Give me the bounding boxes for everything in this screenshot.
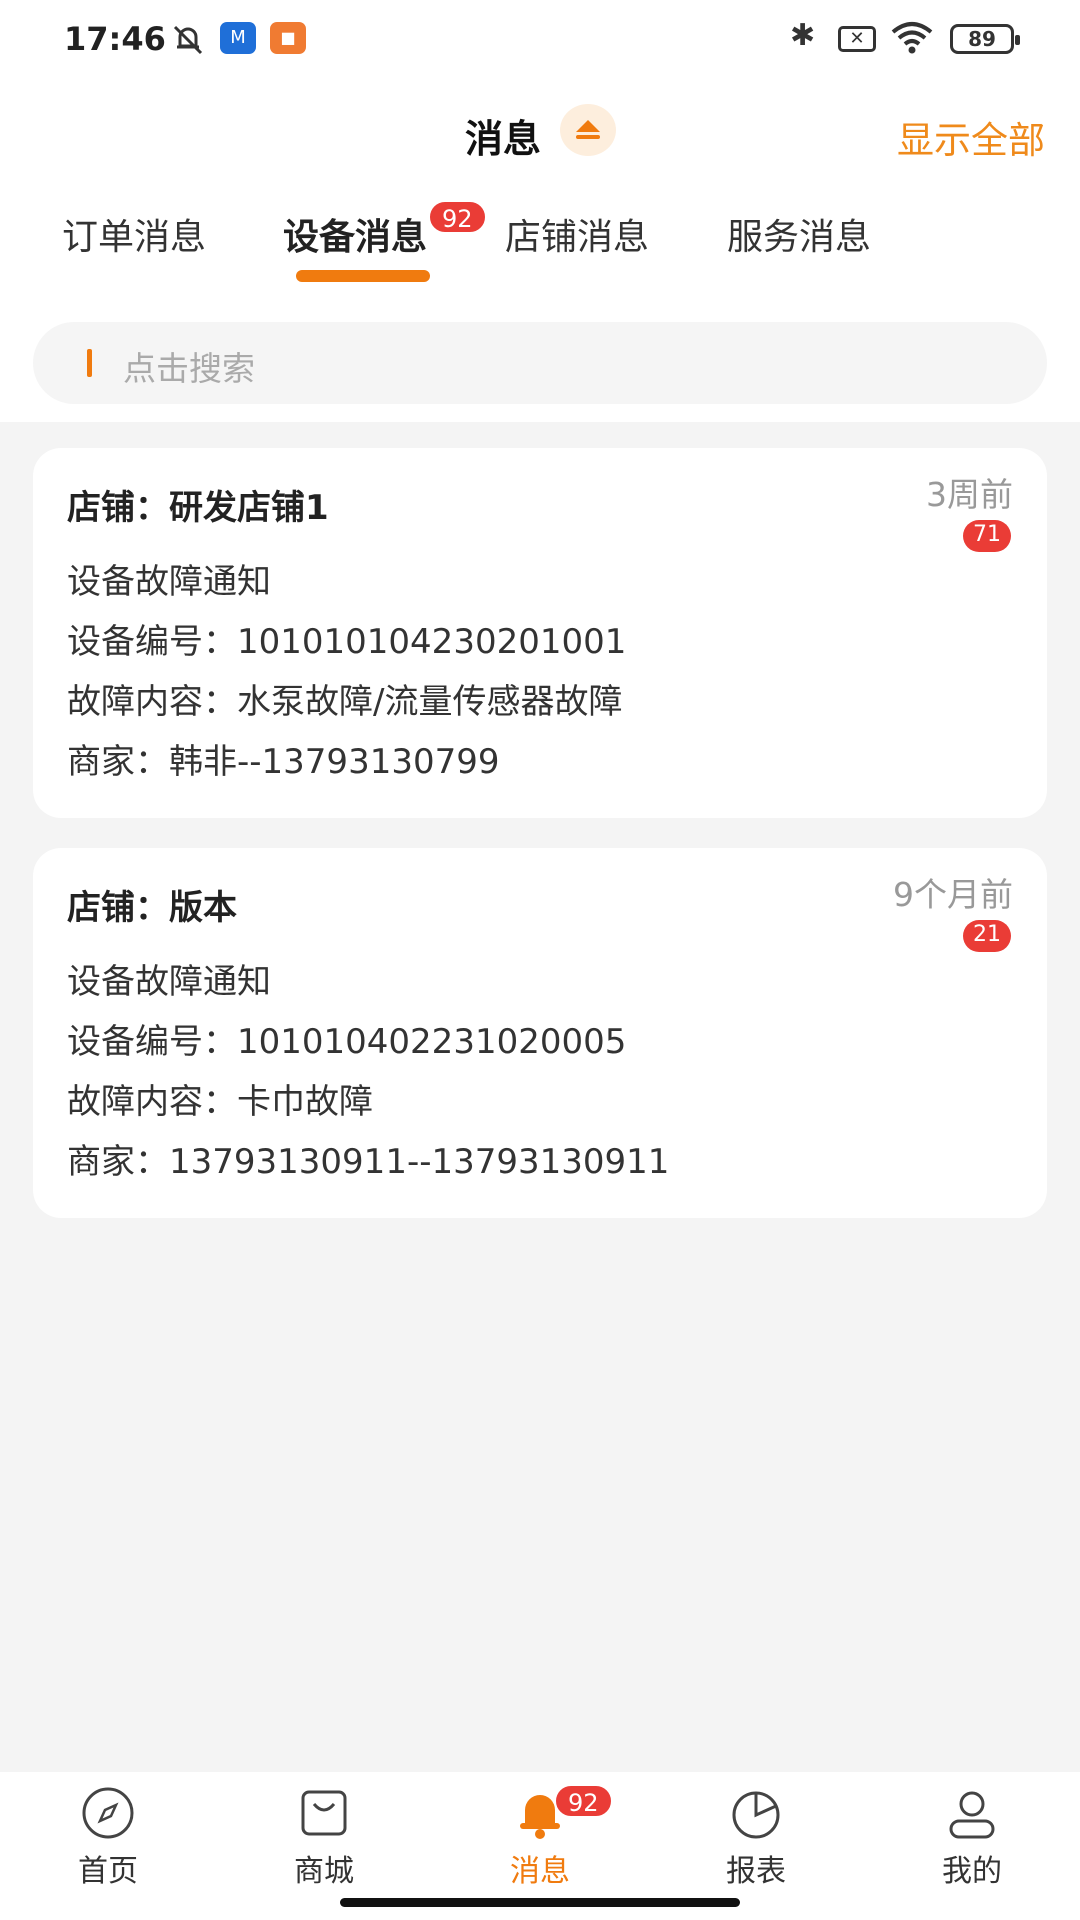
card-title: 设备故障通知 xyxy=(67,562,271,602)
clear-read-icon[interactable] xyxy=(560,104,616,156)
tab-store-messages[interactable]: 店铺消息 xyxy=(505,208,649,260)
nav-label: 消息 xyxy=(510,1854,570,1889)
nav-label: 报表 xyxy=(726,1854,786,1889)
search-placeholder: 点击搜索 xyxy=(123,349,255,388)
nav-label: 首页 xyxy=(78,1854,138,1889)
home-indicator[interactable] xyxy=(340,1898,740,1907)
message-card[interactable]: 店铺：研发店铺1 3周前 71 设备故障通知 设备编号：101010104230… xyxy=(33,448,1047,818)
app-notification-icon: M xyxy=(220,22,256,54)
card-device-number: 设备编号：101010402231020005 xyxy=(67,1022,627,1062)
nav-label: 商城 xyxy=(294,1854,354,1889)
card-title: 设备故障通知 xyxy=(67,962,271,1002)
message-tabs: 订单消息 设备消息 92 店铺消息 服务消息 xyxy=(0,180,1080,300)
bluetooth-icon: ✱ xyxy=(790,18,816,53)
mute-icon xyxy=(170,22,206,58)
nav-item-reports[interactable]: 报表 xyxy=(686,1784,826,1890)
unread-count-badge: 21 xyxy=(963,920,1011,952)
nav-badge: 92 xyxy=(554,1784,613,1818)
shop-notification-icon: ■ xyxy=(270,22,306,54)
active-tab-indicator xyxy=(296,270,430,282)
status-bar: 17:46 M ■ ✱ ✕ 89 xyxy=(0,0,1080,80)
tab-order-messages[interactable]: 订单消息 xyxy=(62,208,206,260)
nav-label: 我的 xyxy=(942,1854,1002,1889)
status-time: 17:46 xyxy=(64,20,166,58)
card-shop-name: 店铺：研发店铺1 xyxy=(67,488,329,528)
nav-item-mall[interactable]: 商城 xyxy=(254,1784,394,1890)
unread-count-badge: 71 xyxy=(963,520,1011,552)
card-time: 9个月前 xyxy=(893,875,1013,914)
battery-icon: 89 xyxy=(950,24,1020,54)
nav-item-messages[interactable]: 消息 92 xyxy=(470,1784,613,1890)
page-title: 消息 xyxy=(465,117,542,161)
nav-item-profile[interactable]: 我的 xyxy=(902,1784,1042,1890)
tab-device-messages[interactable]: 设备消息 xyxy=(283,208,427,260)
card-shop-name: 店铺：版本 xyxy=(67,888,237,928)
card-fault-content: 故障内容：卡巾故障 xyxy=(67,1082,373,1122)
card-merchant: 商家：韩非--13793130799 xyxy=(67,742,500,782)
tab-service-messages[interactable]: 服务消息 xyxy=(727,208,871,260)
pie-chart-icon xyxy=(686,1784,826,1842)
card-time: 3周前 xyxy=(926,475,1013,514)
shopping-bag-icon xyxy=(254,1784,394,1842)
search-area: 点击搜索 xyxy=(0,300,1080,422)
compass-icon xyxy=(38,1784,178,1842)
text-cursor xyxy=(87,349,92,377)
card-merchant: 商家：13793130911--13793130911 xyxy=(67,1142,670,1182)
card-fault-content: 故障内容：水泵故障/流量传感器故障 xyxy=(67,682,623,722)
wifi-icon xyxy=(890,20,934,58)
no-sim-icon: ✕ xyxy=(838,26,876,52)
show-all-button[interactable]: 显示全部 xyxy=(897,110,1045,164)
search-input[interactable]: 点击搜索 xyxy=(33,322,1047,404)
app-header: 消息 显示全部 xyxy=(0,80,1080,180)
tab-badge: 92 xyxy=(428,200,487,234)
card-device-number: 设备编号：101010104230201001 xyxy=(67,622,627,662)
user-icon xyxy=(902,1784,1042,1842)
nav-item-home[interactable]: 首页 xyxy=(38,1784,178,1890)
message-card[interactable]: 店铺：版本 9个月前 21 设备故障通知 设备编号：10101040223102… xyxy=(33,848,1047,1218)
